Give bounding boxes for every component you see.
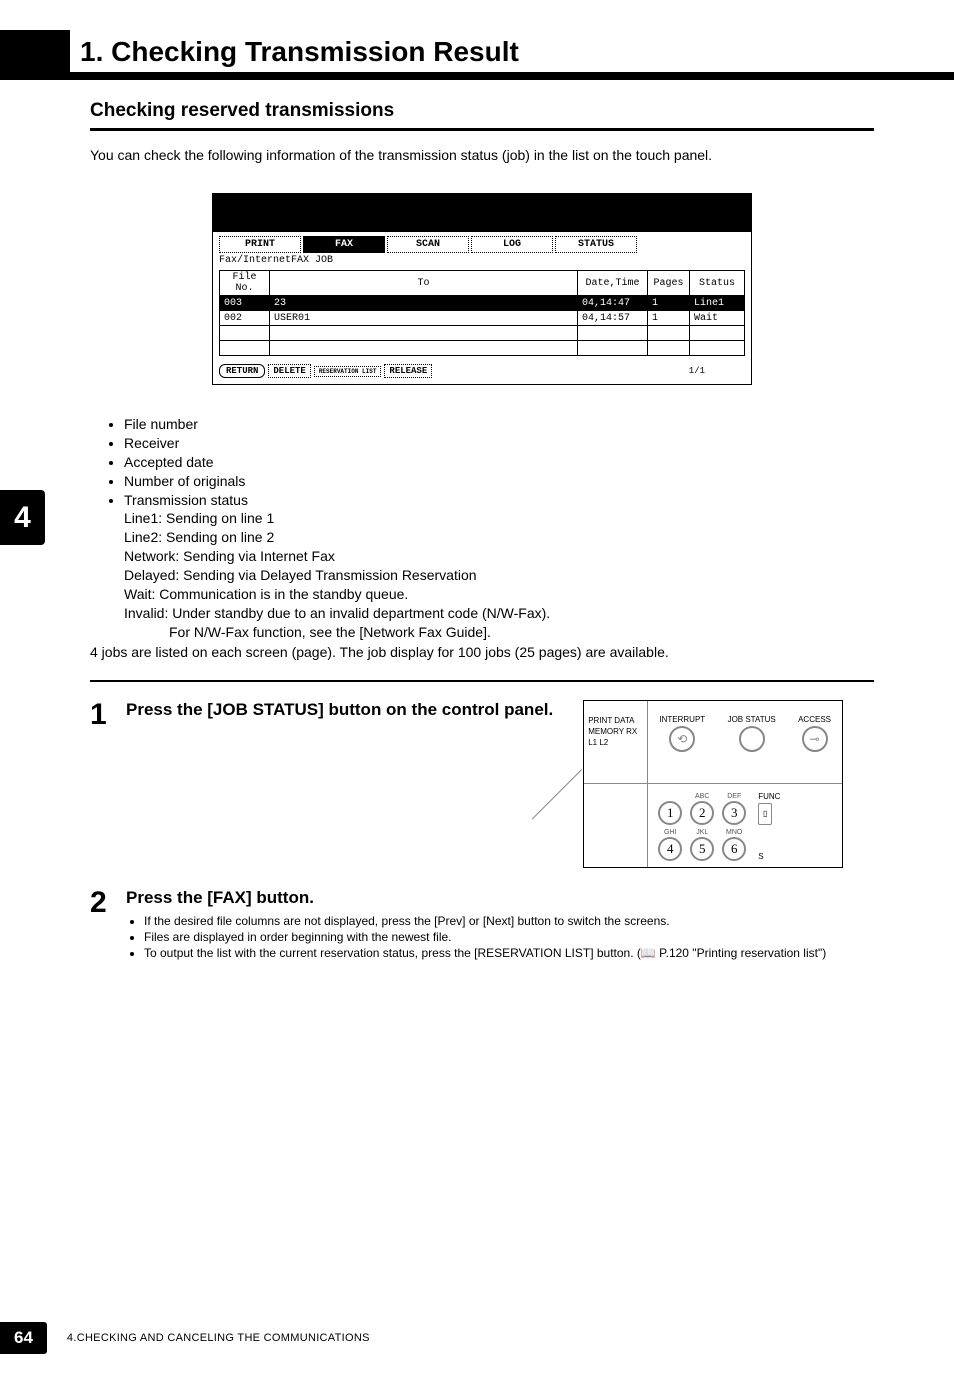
closing-text: 4 jobs are listed on each screen (page).… [90,644,874,660]
function-button[interactable]: FUNC ▯ [758,792,780,825]
tab-scan[interactable]: SCAN [387,236,469,253]
list-item: Receiver [124,434,874,453]
status-delayed: Delayed: Sending via Delayed Transmissio… [124,566,874,585]
status-line1: Line1: Sending on line 1 [124,509,874,528]
status-invalid: Invalid: Under standby due to an invalid… [124,604,874,623]
col-date-time: Date,Time [578,271,648,296]
chapter-title: 1. Checking Transmission Result [80,36,519,68]
access-button[interactable]: ACCESS ⊸ [798,715,831,752]
list-item: If the desired file columns are not disp… [144,914,874,928]
step-title: Press the [JOB STATUS] button on the con… [126,700,553,720]
key-5[interactable]: JKL5 [690,829,714,861]
section-subheading: Checking reserved transmissions [90,100,874,131]
list-item: To output the list with the current rese… [144,946,874,960]
status-network: Network: Sending via Internet Fax [124,547,874,566]
s-label: S [758,852,763,861]
key-icon: ⊸ [802,726,828,752]
key-2[interactable]: ABC2 [690,793,714,825]
reservation-list-button[interactable]: RESERVATION LIST [314,366,382,377]
return-button[interactable]: RETURN [219,364,265,378]
page-number: 64 [0,1322,47,1354]
tab-log[interactable]: LOG [471,236,553,253]
table-row[interactable] [220,341,745,356]
interrupt-button[interactable]: INTERRUPT ⟲ [659,715,705,752]
step-number: 2 [90,888,116,962]
touch-panel-screenshot: PRINT FAX SCAN LOG STATUS Fax/InternetFA… [212,193,752,385]
table-row[interactable]: 002 USER01 04,14:57 1 Wait [220,311,745,326]
col-status: Status [690,271,745,296]
status-line2: Line2: Sending on line 2 [124,528,874,547]
table-row[interactable] [220,326,745,341]
panel-display-corner [584,784,648,867]
step-2: 2 Press the [FAX] button. If the desired… [90,888,874,962]
release-button[interactable]: RELEASE [384,364,432,378]
numeric-keypad: 1 ABC2 DEF3 FUNC ▯ GHI4 JKL5 MNO6 [648,784,842,867]
footer-chapter-title: 4.CHECKING AND CANCELING THE COMMUNICATI… [67,1332,370,1344]
page-indicator: 1/1 [689,366,705,376]
chapter-header: 1. Checking Transmission Result [0,30,954,80]
step-notes: If the desired file columns are not disp… [130,914,874,960]
status-invalid-note: For N/W-Fax function, see the [Network F… [169,623,874,642]
col-to: To [270,271,578,296]
key-1[interactable]: 1 [658,793,682,825]
control-panel-illustration: PRINT DATA MEMORY RX L1 L2 INTERRUPT ⟲ J… [583,700,843,868]
list-item: Files are displayed in order beginning w… [144,930,874,944]
job-type-label: Fax/InternetFAX JOB [213,253,751,268]
col-file-no: File No. [220,271,270,296]
delete-button[interactable]: DELETE [268,364,310,378]
tab-fax[interactable]: FAX [303,236,385,253]
key-3[interactable]: DEF3 [722,793,746,825]
step-title: Press the [FAX] button. [126,888,874,908]
list-item: Transmission status [124,491,874,510]
job-status-icon [739,726,765,752]
list-item: File number [124,415,874,434]
section-intro: You can check the following information … [90,147,874,163]
job-table: File No. To Date,Time Pages Status 003 2… [219,270,745,356]
step-number: 1 [90,700,116,868]
job-status-button[interactable]: JOB STATUS [728,715,776,752]
interrupt-icon: ⟲ [669,726,695,752]
tab-print[interactable]: PRINT [219,236,301,253]
step-1: 1 Press the [JOB STATUS] button on the c… [90,700,874,868]
panel-indicator-area: PRINT DATA MEMORY RX L1 L2 [584,701,648,783]
key-4[interactable]: GHI4 [658,829,682,861]
key-6[interactable]: MNO6 [722,829,746,861]
table-row[interactable]: 003 23 04,14:47 1 Line1 [220,296,745,311]
list-item: Number of originals [124,472,874,491]
info-bullet-list: File number Receiver Accepted date Numbe… [110,415,874,509]
tab-status[interactable]: STATUS [555,236,637,253]
chapter-side-tab: 4 [0,490,45,545]
status-definitions: Line1: Sending on line 1 Line2: Sending … [124,509,874,641]
status-wait: Wait: Communication is in the standby qu… [124,585,874,604]
page-footer: 64 4.CHECKING AND CANCELING THE COMMUNIC… [0,1322,370,1354]
col-pages: Pages [648,271,690,296]
list-item: Accepted date [124,453,874,472]
